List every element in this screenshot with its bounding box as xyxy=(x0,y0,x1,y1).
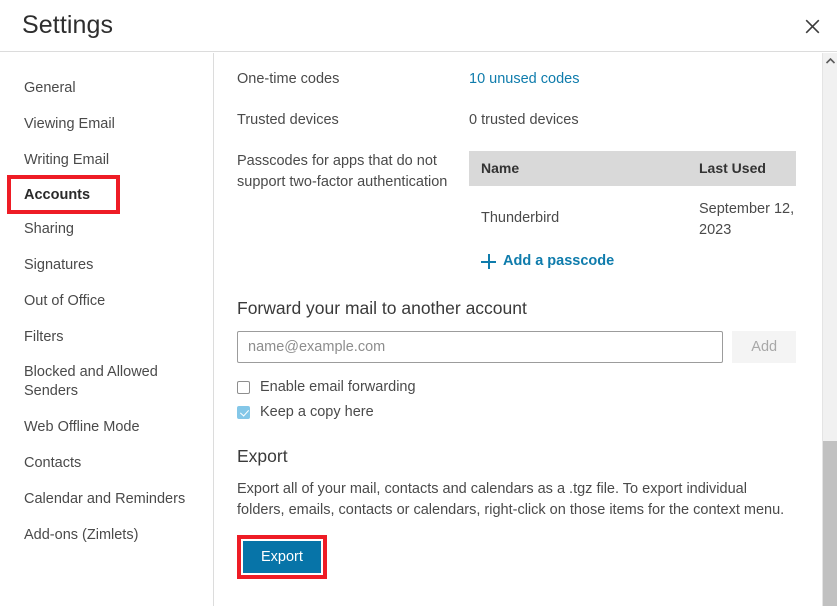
one-time-codes-row: One-time codes 10 unused codes xyxy=(237,69,796,90)
sidebar-item-general[interactable]: General xyxy=(0,70,213,106)
passcodes-label: Passcodes for apps that do not support t… xyxy=(237,153,448,190)
sidebar-item-writing-email[interactable]: Writing Email xyxy=(0,142,213,178)
title-bar: Settings xyxy=(0,0,837,52)
passcode-name: Thunderbird xyxy=(481,210,560,226)
forwarding-address-input[interactable] xyxy=(237,331,724,363)
add-passcode-button[interactable]: Add a passcode xyxy=(481,251,796,272)
settings-window: Settings General Viewing Email Writing E… xyxy=(0,0,837,606)
export-section-title: Export xyxy=(237,446,288,466)
sidebar-item-contacts[interactable]: Contacts xyxy=(0,445,213,481)
forwarding-section-title: Forward your mail to another account xyxy=(237,298,527,318)
sidebar-item-calendar-and-reminders[interactable]: Calendar and Reminders xyxy=(0,481,213,517)
scroll-up-icon[interactable] xyxy=(823,53,837,69)
keep-copy-checkbox[interactable] xyxy=(237,405,250,419)
table-row[interactable]: Thunderbird September 12, 2023 xyxy=(469,186,796,241)
keep-copy-checkbox-row[interactable]: Keep a copy here xyxy=(237,404,796,420)
keep-copy-label: Keep a copy here xyxy=(260,404,374,420)
sidebar-item-label: Add-ons (Zimlets) xyxy=(24,527,139,543)
trusted-devices-row: Trusted devices 0 trusted devices xyxy=(237,110,796,131)
table-header-row: Name Last Used xyxy=(469,151,796,186)
settings-sidebar: General Viewing Email Writing Email Acco… xyxy=(0,53,214,606)
passcode-last-used: September 12, 2023 xyxy=(699,201,795,238)
passcodes-table-wrap: Name Last Used Thunderbird September 12,… xyxy=(469,151,796,272)
export-button-highlight: Export xyxy=(237,535,327,579)
one-time-codes-value: 10 unused codes xyxy=(469,69,796,90)
content-scrollbar[interactable] xyxy=(822,53,837,606)
export-description: Export all of your mail, contacts and ca… xyxy=(237,481,785,518)
sidebar-item-filters[interactable]: Filters xyxy=(0,319,213,355)
trusted-devices-label: Trusted devices xyxy=(237,112,339,128)
sidebar-item-out-of-office[interactable]: Out of Office xyxy=(0,283,213,319)
column-header-name: Name xyxy=(481,160,520,176)
add-passcode-label: Add a passcode xyxy=(503,253,615,269)
sidebar-item-signatures[interactable]: Signatures xyxy=(0,247,213,283)
page-title: Settings xyxy=(22,11,114,39)
settings-content: One-time codes 10 unused codes Trusted d… xyxy=(215,53,822,606)
sidebar-item-label: Out of Office xyxy=(24,293,106,309)
add-forwarding-button[interactable]: Add xyxy=(732,331,796,363)
sidebar-item-label: Sharing xyxy=(24,221,74,237)
sidebar-item-label: Blocked and Allowed Senders xyxy=(24,364,158,399)
sidebar-item-add-ons-zimlets[interactable]: Add-ons (Zimlets) xyxy=(0,517,213,553)
scrollbar-thumb[interactable] xyxy=(823,441,837,606)
enable-forwarding-checkbox[interactable] xyxy=(237,380,250,394)
enable-forwarding-checkbox-row[interactable]: Enable email forwarding xyxy=(237,379,796,395)
passcodes-table: Name Last Used Thunderbird September 12,… xyxy=(469,151,796,241)
sidebar-item-accounts[interactable]: Accounts xyxy=(7,175,120,214)
sidebar-item-label: General xyxy=(24,80,76,96)
sidebar-item-label: Writing Email xyxy=(24,152,110,168)
forwarding-input-row: Add xyxy=(237,331,796,363)
sidebar-item-label: Calendar and Reminders xyxy=(24,491,186,507)
sidebar-item-viewing-email[interactable]: Viewing Email xyxy=(0,106,213,142)
unused-codes-link[interactable]: 10 unused codes xyxy=(469,71,579,87)
export-button[interactable]: Export xyxy=(243,541,321,573)
sidebar-item-label: Signatures xyxy=(24,257,94,273)
column-header-last-used: Last Used xyxy=(699,160,766,176)
sidebar-item-blocked-and-allowed-senders[interactable]: Blocked and Allowed Senders xyxy=(0,355,213,409)
one-time-codes-label: One-time codes xyxy=(237,71,340,87)
sidebar-item-web-offline-mode[interactable]: Web Offline Mode xyxy=(0,409,213,445)
close-icon[interactable] xyxy=(795,10,829,42)
sidebar-item-sharing[interactable]: Sharing xyxy=(0,211,213,247)
plus-icon xyxy=(481,254,496,269)
enable-forwarding-label: Enable email forwarding xyxy=(260,379,416,395)
passcodes-row: Passcodes for apps that do not support t… xyxy=(237,151,796,272)
sidebar-item-label: Contacts xyxy=(24,455,82,471)
sidebar-item-label: Viewing Email xyxy=(24,116,115,132)
sidebar-item-label: Accounts xyxy=(24,186,91,203)
sidebar-item-label: Filters xyxy=(24,329,64,345)
trusted-devices-value: 0 trusted devices xyxy=(469,112,579,128)
sidebar-item-label: Web Offline Mode xyxy=(24,419,140,435)
